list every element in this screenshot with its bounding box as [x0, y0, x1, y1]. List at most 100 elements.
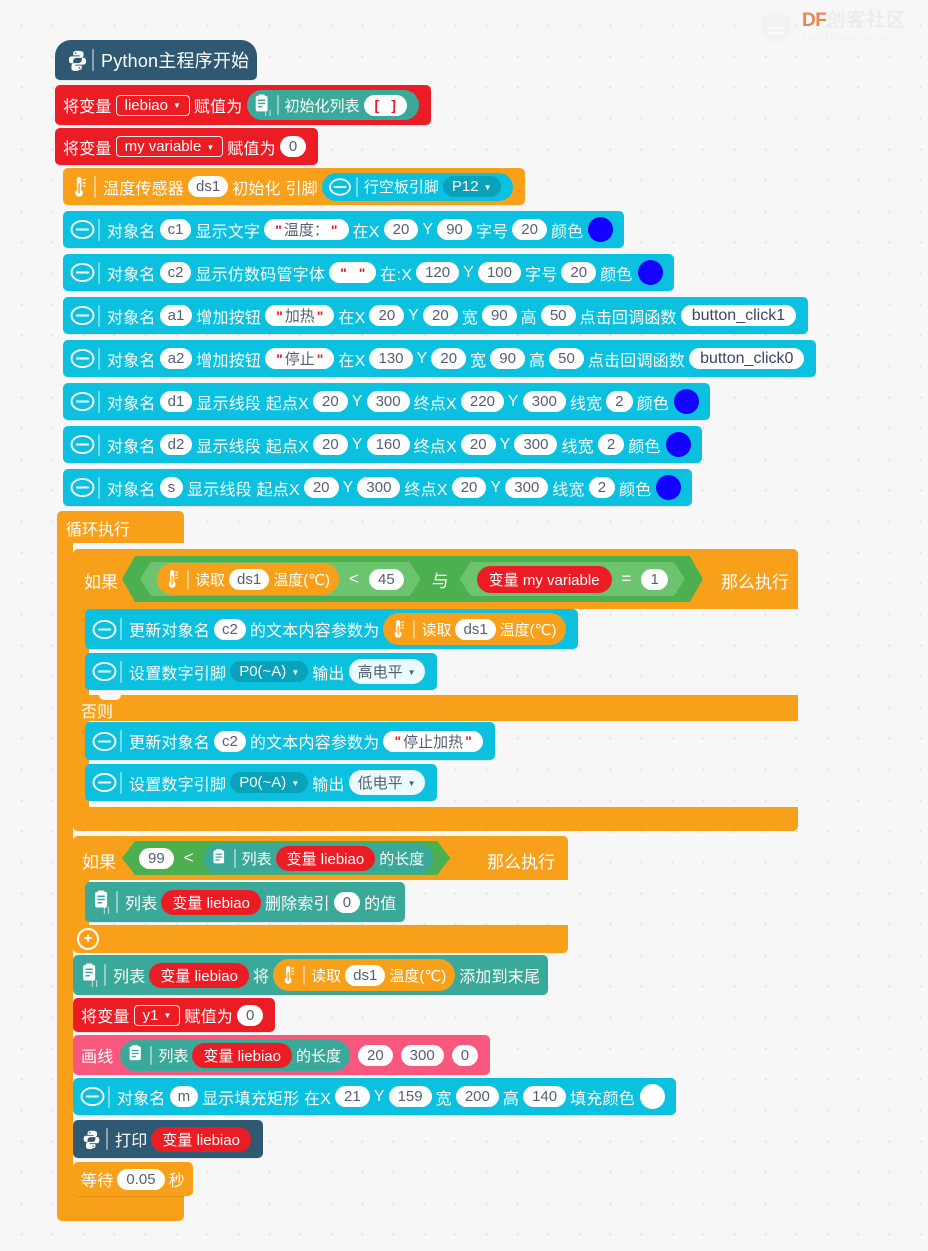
end-y-input[interactable]: 300 [522, 391, 566, 412]
block-update-object-text-stop[interactable]: 更新对象名 c2 的文本内容参数为 " 停止加热 " [85, 722, 495, 760]
start-x-input[interactable]: 20 [313, 391, 348, 412]
variable-dropdown-y1[interactable]: y1 ▼ [133, 1004, 181, 1026]
font-size-input[interactable]: 20 [561, 262, 597, 283]
start-y-input[interactable]: 300 [366, 391, 410, 412]
x-input[interactable]: 20 [383, 219, 419, 240]
color-swatch[interactable] [665, 432, 691, 457]
x-input[interactable]: 120 [416, 262, 460, 283]
button-text-input[interactable]: " 停止 " [265, 348, 335, 369]
y-input[interactable]: 20 [423, 305, 458, 326]
reporter-unihiker-pin[interactable]: 行空板引脚 P12 ▼ [321, 172, 513, 201]
level-dropdown[interactable]: 低电平 ▼ [348, 770, 425, 795]
block-digital-write-low[interactable]: 设置数字引脚 P0(~A) ▼ 输出 低电平 ▼ [85, 764, 437, 801]
left-value-input[interactable]: 99 [139, 848, 174, 869]
end-y-input[interactable]: 300 [505, 477, 549, 498]
threshold-input[interactable]: 45 [369, 569, 404, 590]
font-size-input[interactable]: 20 [512, 219, 547, 240]
block-temp-sensor-init[interactable]: 温度传感器 ds1 初始化 引脚 行空板引脚 P12 ▼ [63, 168, 525, 205]
block-list-append-temp[interactable]: [ ] 列表 变量 liebiao 将 读取 ds1 温度(℃) 添加到末尾 [73, 955, 549, 995]
x-input[interactable]: 130 [369, 348, 413, 369]
width-input[interactable]: 90 [490, 348, 525, 369]
line-width-input[interactable]: 2 [606, 391, 633, 412]
block-set-variable-y1[interactable]: 将变量 y1 ▼ 赋值为 0 [73, 998, 276, 1032]
level-dropdown[interactable]: 高电平 ▼ [348, 659, 425, 684]
color-swatch[interactable] [656, 475, 682, 500]
wait-seconds-input[interactable]: 0.05 [117, 1168, 165, 1190]
block-screen-show-text[interactable]: 对象名 c1 显示文字 " 温度： " 在X 20 Y 90 字号 20 颜色 [63, 211, 625, 248]
color-swatch[interactable] [588, 217, 614, 242]
blockly-workspace[interactable]: DF 创客社区 mc.DFRobot.com.cn Python主程序开始 将变… [0, 0, 928, 1251]
block-wait-seconds[interactable]: 等待 0.05 秒 [73, 1162, 193, 1196]
else-header[interactable] [73, 695, 798, 721]
width-input[interactable]: 90 [481, 305, 517, 326]
draw-arg-c[interactable]: 0 [451, 1044, 479, 1066]
color-swatch[interactable] [637, 260, 663, 285]
reporter-read-temp-1[interactable]: 读取 ds1 温度(℃) [157, 563, 339, 595]
object-name-input[interactable]: ds1 [188, 176, 229, 197]
block-screen-fill-rect[interactable]: 对象名 m 显示填充矩形 在X 21 Y 159 宽 200 高 140 填充颜… [73, 1078, 676, 1115]
variable-reporter-liebiao[interactable]: 变量 liebiao [192, 1042, 292, 1068]
start-y-input[interactable]: 160 [366, 434, 410, 455]
width-input[interactable]: 200 [455, 1086, 499, 1107]
variable-reporter-liebiao[interactable]: 变量 liebiao [161, 889, 261, 915]
x-input[interactable]: 20 [369, 305, 405, 326]
callback-input[interactable]: button_click0 [689, 348, 805, 369]
sensor-object-input[interactable]: ds1 [229, 569, 269, 590]
index-input[interactable]: 0 [333, 891, 361, 913]
object-name-input[interactable]: c2 [214, 730, 246, 752]
object-name-input[interactable]: d1 [159, 391, 193, 412]
x-input[interactable]: 21 [335, 1086, 370, 1107]
end-y-input[interactable]: 300 [514, 434, 558, 455]
text-input[interactable]: " " [329, 262, 377, 283]
list-literal-value[interactable]: [] [363, 94, 407, 116]
end-x-input[interactable]: 20 [460, 434, 496, 455]
height-input[interactable]: 140 [523, 1086, 567, 1107]
line-width-input[interactable]: 2 [597, 434, 625, 455]
block-python-print[interactable]: 打印 变量 liebiao [73, 1120, 263, 1158]
operator-and[interactable]: 读取 ds1 温度(℃) < 45 与 变量 my variable = 1 [122, 556, 703, 602]
y-input[interactable]: 90 [437, 219, 472, 240]
button-text-input[interactable]: " 加热 " [265, 305, 335, 326]
pin-dropdown[interactable]: P12 ▼ [442, 176, 501, 197]
sensor-object-input[interactable]: ds1 [455, 618, 496, 640]
reporter-list-length-1[interactable]: 列表 变量 liebiao 的长度 [204, 843, 434, 874]
digital-pin-dropdown[interactable]: P0(~A) ▼ [230, 772, 309, 793]
end-x-input[interactable]: 220 [460, 391, 504, 412]
block-screen-line-s[interactable]: 对象名 s 显示线段 起点X 20 Y 300 终点X 20 Y 300 线宽 … [63, 469, 693, 506]
value-input[interactable]: 0 [236, 1004, 264, 1026]
block-screen-show-digit-font[interactable]: 对象名 c2 显示仿数码管字体 " " 在:X 120 Y 100 字号 20 … [63, 254, 674, 291]
object-name-input[interactable]: s [159, 477, 184, 498]
block-set-variable-myvariable[interactable]: 将变量 my variable ▼ 赋值为 0 [55, 128, 319, 165]
object-name-input[interactable]: a1 [159, 305, 193, 326]
fill-color-swatch[interactable] [639, 1084, 665, 1109]
line-width-input[interactable]: 2 [588, 477, 616, 498]
operator-less-than-1[interactable]: 读取 ds1 温度(℃) < 45 [140, 562, 421, 596]
block-draw-line[interactable]: 画线 列表 变量 liebiao 的长度 20 300 0 [73, 1035, 491, 1075]
color-swatch[interactable] [673, 389, 699, 414]
block-screen-add-button-a1[interactable]: 对象名 a1 增加按钮 " 加热 " 在X 20 Y 20 宽 90 高 50 点击… [63, 297, 809, 334]
variable-dropdown-liebiao[interactable]: liebiao ▼ [115, 94, 190, 116]
draw-arg-a[interactable]: 20 [357, 1044, 393, 1066]
add-branch-button[interactable]: + [77, 928, 99, 950]
reporter-read-temp-3[interactable]: 读取 ds1 温度(℃) [273, 959, 456, 991]
variable-reporter-liebiao[interactable]: 变量 liebiao [151, 1126, 251, 1152]
variable-dropdown-myvariable[interactable]: my variable ▼ [115, 136, 224, 157]
start-y-input[interactable]: 300 [357, 477, 401, 498]
y-input[interactable]: 159 [388, 1086, 432, 1107]
y-input[interactable]: 20 [431, 348, 467, 369]
value-input[interactable]: 0 [279, 136, 307, 157]
variable-reporter-liebiao[interactable]: 变量 liebiao [276, 846, 376, 871]
text-input[interactable]: " 停止加热 " [383, 730, 483, 752]
object-name-input[interactable]: c2 [214, 618, 246, 640]
object-name-input[interactable]: m [169, 1086, 199, 1107]
end-x-input[interactable]: 20 [451, 477, 487, 498]
operator-less-than-2[interactable]: 99 < 列表 变量 liebiao 的长度 [122, 841, 450, 875]
y-input[interactable]: 100 [477, 262, 521, 283]
block-screen-add-button-a2[interactable]: 对象名 a2 增加按钮 " 停止 " 在X 130 Y 20 宽 90 高 50 点… [63, 340, 817, 377]
operator-equals[interactable]: 变量 my variable = 1 [460, 562, 685, 596]
height-input[interactable]: 50 [540, 305, 576, 326]
variable-reporter-myvariable[interactable]: 变量 my variable [477, 566, 612, 593]
reporter-init-list[interactable]: [ ] 初始化列表 [] [246, 90, 419, 120]
sensor-object-input[interactable]: ds1 [345, 964, 386, 986]
compare-value-input[interactable]: 1 [641, 569, 667, 590]
